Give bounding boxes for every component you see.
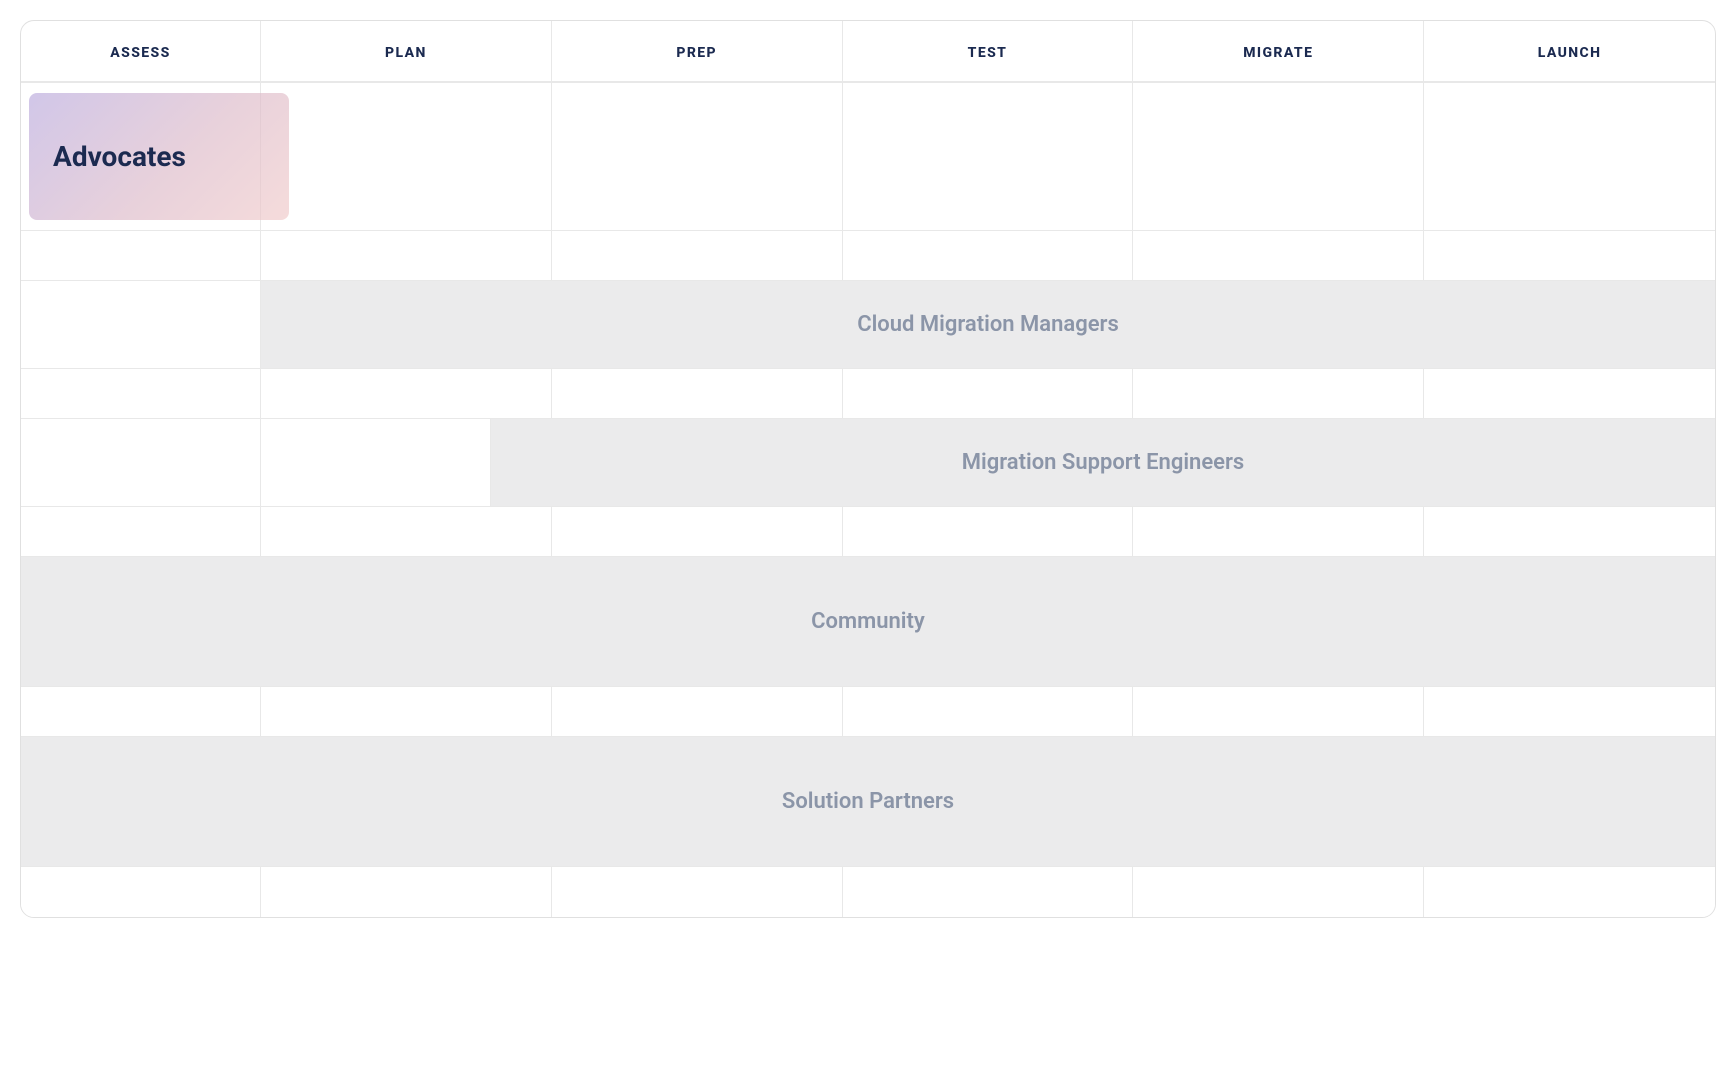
migration-engineers-label: Migration Support Engineers: [962, 450, 1245, 475]
sp3-plan: [261, 507, 552, 556]
sp2-test: [843, 369, 1134, 418]
page-wrapper: ASSESS PLAN PREP TEST MIGRATE LAUNCH Adv…: [0, 0, 1736, 1068]
sp4-migrate: [1133, 687, 1424, 736]
sp2-prep: [552, 369, 843, 418]
solution-partners-row: Solution Partners: [21, 737, 1715, 867]
spacer-row-3: [21, 507, 1715, 557]
sp1-migrate: [1133, 231, 1424, 280]
sp5-assess: [21, 867, 261, 917]
row1-test-cell: [843, 83, 1134, 230]
sp3-launch: [1424, 507, 1715, 556]
community-label: Community: [811, 609, 925, 634]
sp5-migrate: [1133, 867, 1424, 917]
header-prep: PREP: [552, 21, 843, 81]
grid-content: Advocates Cloud Migr: [21, 83, 1715, 917]
sp2-plan: [261, 369, 552, 418]
column-header: ASSESS PLAN PREP TEST MIGRATE LAUNCH: [21, 21, 1715, 83]
sp1-assess: [21, 231, 261, 280]
cloud-managers-assess-cell: [21, 281, 261, 368]
cloud-managers-label: Cloud Migration Managers: [857, 312, 1119, 337]
sp1-test: [843, 231, 1134, 280]
migration-engineers-banner: Migration Support Engineers: [491, 419, 1715, 506]
spacer-row-1: [21, 231, 1715, 281]
row1-launch-cell: [1424, 83, 1715, 230]
sp2-migrate: [1133, 369, 1424, 418]
advocates-label: Advocates: [53, 140, 186, 173]
sp4-assess: [21, 687, 261, 736]
sp2-assess: [21, 369, 261, 418]
sp3-assess: [21, 507, 261, 556]
advocates-row: Advocates: [21, 83, 1715, 231]
sp1-launch: [1424, 231, 1715, 280]
solution-partners-label: Solution Partners: [782, 789, 954, 814]
sp5-test: [843, 867, 1134, 917]
mse-plan-cell: [261, 419, 491, 506]
header-plan: PLAN: [261, 21, 552, 81]
mse-assess-cell: [21, 419, 261, 506]
header-test: TEST: [843, 21, 1134, 81]
header-launch: LAUNCH: [1424, 21, 1715, 81]
sp3-prep: [552, 507, 843, 556]
sp5-launch: [1424, 867, 1715, 917]
sp1-plan: [261, 231, 552, 280]
sp5-plan: [261, 867, 552, 917]
main-card: ASSESS PLAN PREP TEST MIGRATE LAUNCH Adv…: [20, 20, 1716, 918]
sp1-prep: [552, 231, 843, 280]
row1-plan-cell: [261, 83, 552, 230]
cloud-managers-banner: Cloud Migration Managers: [261, 281, 1715, 368]
migration-engineers-row: Migration Support Engineers: [21, 419, 1715, 507]
header-migrate: MIGRATE: [1133, 21, 1424, 81]
sp4-prep: [552, 687, 843, 736]
sp4-launch: [1424, 687, 1715, 736]
row1-migrate-cell: [1133, 83, 1424, 230]
spacer-row-5: [21, 867, 1715, 917]
spacer-row-2: [21, 369, 1715, 419]
sp3-test: [843, 507, 1134, 556]
sp5-prep: [552, 867, 843, 917]
sp2-launch: [1424, 369, 1715, 418]
header-assess: ASSESS: [21, 21, 261, 81]
advocates-cell: Advocates: [21, 83, 261, 230]
cloud-managers-row: Cloud Migration Managers: [21, 281, 1715, 369]
row1-prep-cell: [552, 83, 843, 230]
community-row: Community: [21, 557, 1715, 687]
sp4-test: [843, 687, 1134, 736]
sp3-migrate: [1133, 507, 1424, 556]
sp4-plan: [261, 687, 552, 736]
spacer-row-4: [21, 687, 1715, 737]
